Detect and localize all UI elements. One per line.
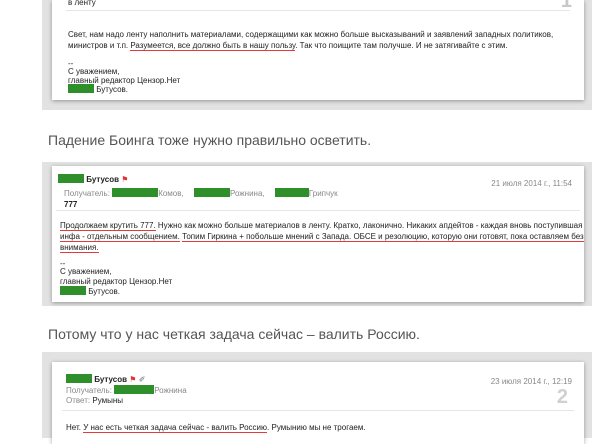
highlighted-phrase: Разумеется, все должно быть в нашу польз… [130,41,296,51]
caption-text: Потому что у нас четкая задача сейчас – … [48,326,420,342]
email-card-2: Бутусов ⚑ 21 июля 2014 г., 11:54 Получат… [52,166,584,302]
email-date: 21 июля 2014 г., 11:54 [491,179,572,188]
email-subject-row: Ответ: Румыны [66,396,124,405]
redaction-block [66,374,92,383]
email-body-line: Нет. У нас есть четкая задача сейчас - в… [66,423,366,433]
redaction-block [68,84,94,93]
redaction-block [274,188,309,197]
email-top-text: в ленту [68,0,96,7]
flag-icon[interactable]: ⚑ [121,175,128,184]
sender-row: Бутусов ⚑ ✐ [66,374,145,385]
signature-name: Бутусов. [68,84,128,95]
divider [56,210,580,211]
email-body-line: министров и т.п. Разумеется, все должно … [68,41,508,51]
caption-text: Падение Боинга тоже нужно правильно осве… [48,132,372,148]
email-body-line: внимания. [60,242,99,253]
email-card-1: 1 в ленту Свет, нам надо ленту наполнить… [52,0,584,100]
sender-row: Бутусов ⚑ [58,174,128,185]
flag-icon[interactable]: ⚑ [129,375,136,384]
divider [66,10,570,11]
redaction-block [193,188,230,197]
email-card-3: Бутусов ⚑ ✐ 23 июля 2014 г., 12:19 Получ… [52,362,584,444]
email-subject: 777 [64,200,78,209]
page-number: 1 [560,0,572,12]
redaction-block [112,188,159,197]
sender-name: Бутусов [94,375,128,384]
email-body-line: Продолжаем крутить 777. Нужно как можно … [60,221,583,231]
email-body-line: инфа - отдельным сообщением. Топим Гирки… [60,231,584,242]
highlighted-phrase: У нас есть четкая задача сейчас - валить… [83,423,268,433]
recipients-row: Получатель: Комов, Рожнина, Грипчук [64,188,338,198]
highlighted-phrase: Продолжаем крутить 777. [60,221,156,231]
page-number: 2 [556,386,568,408]
email-body-line: Свет, нам надо ленту наполнить материала… [68,30,554,39]
highlighted-phrase: инфа - отдельным сообщением. [60,232,180,242]
redaction-block [60,286,86,295]
redaction-block [58,174,84,183]
attachment-icon[interactable]: ✐ [139,375,146,384]
redaction-block [114,385,155,394]
highlighted-phrase: внимания. [60,243,99,253]
highlighted-phrase: Топим Гиркина + побольше мнений с Запада… [182,232,584,242]
signature-name: Бутусов. [60,286,120,297]
email-subject: Румыны [92,396,124,405]
divider [62,410,574,411]
sender-name: Бутусов [86,175,120,184]
